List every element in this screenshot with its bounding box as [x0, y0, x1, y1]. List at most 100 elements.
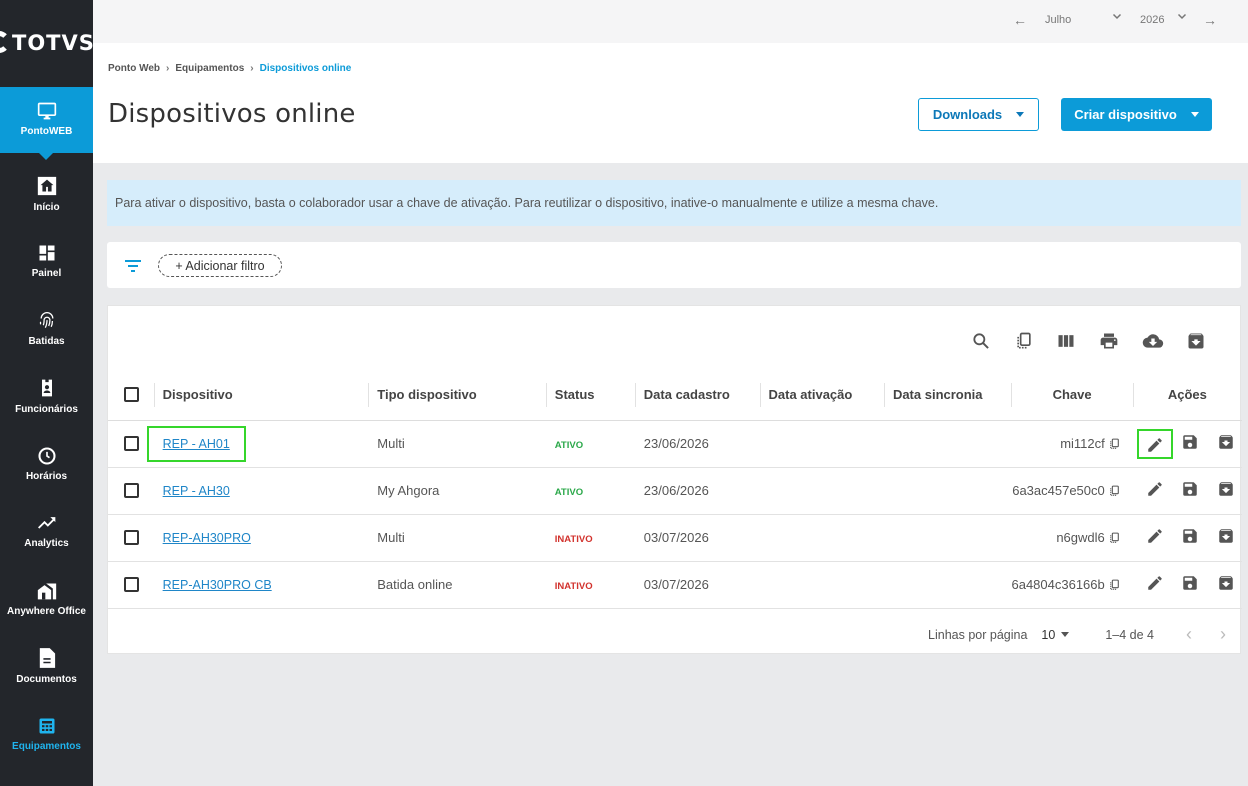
archive-icon[interactable]	[1210, 433, 1242, 454]
filter-bar: + Adicionar filtro	[107, 242, 1241, 288]
copy-key-icon[interactable]	[1108, 531, 1121, 545]
column-header-dispositivo[interactable]: Dispositivo	[153, 370, 369, 421]
column-header-label: Tipo dispositivo	[377, 387, 477, 403]
activated-date-cell	[759, 467, 884, 515]
row-checkbox[interactable]	[124, 577, 139, 592]
copy-key-icon[interactable]	[1108, 484, 1121, 498]
column-header-label: Dispositivo	[162, 387, 233, 403]
cloud-download-icon[interactable]	[1142, 331, 1164, 351]
sidebar: TOTVS PontoWEB Início Painel Batidas Fun…	[0, 0, 94, 786]
sidebar-item-label: Funcionários	[15, 404, 78, 415]
sidebar-item-inicio[interactable]: Início	[0, 173, 93, 239]
sidebar-item-label: Documentos	[16, 674, 77, 685]
table-row: REP-AH30PRO CB Batida online INATIVO 03/…	[108, 561, 1242, 609]
breadcrumb-item-equipamentos[interactable]: Equipamentos	[175, 63, 244, 74]
sidebar-item-documentos[interactable]: Documentos	[0, 646, 93, 712]
save-icon[interactable]	[1174, 574, 1206, 595]
edit-icon[interactable]	[1139, 527, 1171, 548]
sidebar-item-equipamentos[interactable]: Equipamentos	[0, 714, 93, 780]
edit-icon[interactable]	[1139, 480, 1171, 501]
info-banner: Para ativar o dispositivo, basta o colab…	[107, 180, 1241, 226]
breadcrumb-item-ponto-web[interactable]: Ponto Web	[108, 63, 160, 74]
copy-icon[interactable]	[1014, 331, 1034, 351]
status-badge: ATIVO	[554, 440, 584, 451]
row-checkbox[interactable]	[124, 436, 139, 451]
document-icon	[39, 648, 55, 668]
device-cell: REP-AH30PRO CB	[153, 561, 369, 609]
next-month-arrow-icon[interactable]: →	[1203, 12, 1217, 28]
key-cell: mi112cf	[1011, 420, 1133, 468]
column-header-label: Chave	[1052, 387, 1092, 403]
breadcrumb-separator-icon: ›	[250, 63, 254, 74]
column-header-label: Data ativação	[768, 387, 853, 403]
sidebar-item-horarios[interactable]: Horários	[0, 444, 93, 510]
device-link[interactable]: REP-AH30PRO	[163, 531, 251, 545]
create-device-button[interactable]: Criar dispositivo	[1061, 98, 1212, 131]
archive-icon[interactable]	[1210, 574, 1242, 595]
copy-key-icon[interactable]	[1108, 578, 1121, 592]
print-icon[interactable]	[1099, 331, 1119, 351]
sidebar-item-label: Analytics	[24, 538, 69, 549]
status-cell: INATIVO	[545, 514, 635, 562]
table-row: REP-AH30PRO Multi INATIVO 03/07/2026 n6g…	[108, 514, 1242, 562]
archive-icon[interactable]	[1210, 527, 1242, 548]
save-icon[interactable]	[1174, 433, 1206, 454]
save-icon[interactable]	[1174, 527, 1206, 548]
previous-month-arrow-icon[interactable]: ←	[1013, 12, 1027, 28]
add-filter-button[interactable]: + Adicionar filtro	[158, 254, 282, 277]
row-checkbox[interactable]	[124, 530, 139, 545]
home-work-icon	[37, 583, 56, 600]
edit-icon[interactable]	[1139, 574, 1171, 595]
devices-table: Dispositivo Tipo dispositivo Status Data…	[108, 370, 1242, 609]
row-select-cell	[108, 514, 154, 562]
sidebar-item-anywhere-office[interactable]: Anywhere Office	[0, 579, 93, 645]
column-header-data-ativacao[interactable]: Data ativação	[759, 370, 884, 421]
sidebar-item-funcionarios[interactable]: Funcionários	[0, 376, 93, 442]
year-chevron-down-icon[interactable]	[1176, 10, 1188, 25]
downloads-button[interactable]: Downloads	[918, 98, 1039, 131]
column-header-label: Ações	[1167, 387, 1207, 403]
breadcrumb: Ponto Web › Equipamentos › Dispositivos onli…	[108, 63, 351, 74]
row-select-cell	[108, 561, 154, 609]
pagination-range: 1–4 de 4	[1105, 627, 1154, 642]
year-select[interactable]: 2026	[1140, 14, 1164, 26]
synced-date-cell	[883, 420, 1012, 468]
edit-icon[interactable]	[1136, 428, 1173, 459]
search-icon[interactable]	[971, 331, 991, 351]
activated-date-cell	[759, 514, 884, 562]
sidebar-item-painel[interactable]: Painel	[0, 241, 93, 307]
column-header-chave[interactable]: Chave	[1011, 370, 1133, 421]
copy-key-icon[interactable]	[1108, 437, 1121, 451]
column-header-data-cadastro[interactable]: Data cadastro	[634, 370, 760, 421]
brand-logo[interactable]: TOTVS	[0, 0, 94, 86]
column-header-label: Data cadastro	[643, 387, 730, 403]
home-icon	[37, 176, 56, 196]
month-chevron-down-icon[interactable]	[1111, 10, 1123, 25]
month-select[interactable]: Julho	[1045, 14, 1071, 26]
device-link[interactable]: REP - AH30	[163, 484, 230, 498]
status-badge: INATIVO	[554, 581, 593, 592]
create-device-button-label: Criar dispositivo	[1074, 107, 1177, 122]
created-date-cell: 23/06/2026	[634, 420, 760, 468]
status-badge: ATIVO	[554, 487, 584, 498]
next-page-icon[interactable]: ›	[1220, 624, 1226, 645]
archive-icon[interactable]	[1210, 480, 1242, 501]
save-icon[interactable]	[1174, 480, 1206, 501]
columns-icon[interactable]	[1056, 331, 1076, 351]
row-select-cell	[108, 420, 154, 468]
column-header-label: Data sincronia	[892, 387, 983, 403]
column-header-tipo-dispositivo[interactable]: Tipo dispositivo	[368, 370, 546, 421]
sidebar-item-analytics[interactable]: Analytics	[0, 511, 93, 577]
archive-icon[interactable]	[1186, 331, 1206, 351]
column-header-status[interactable]: Status	[545, 370, 635, 421]
device-link[interactable]: REP - AH01	[146, 426, 246, 462]
sidebar-item-batidas[interactable]: Batidas	[0, 309, 93, 375]
filter-icon[interactable]	[124, 259, 142, 273]
previous-page-icon[interactable]: ‹	[1186, 624, 1192, 645]
select-all-checkbox[interactable]	[124, 387, 139, 403]
rows-per-page-select[interactable]: 10	[1041, 628, 1070, 642]
device-link[interactable]: REP-AH30PRO CB	[163, 578, 272, 592]
column-header-data-sincronia[interactable]: Data sincronia	[883, 370, 1012, 421]
sidebar-item-pontoweb[interactable]: PontoWEB	[0, 87, 93, 160]
row-checkbox[interactable]	[124, 483, 139, 498]
